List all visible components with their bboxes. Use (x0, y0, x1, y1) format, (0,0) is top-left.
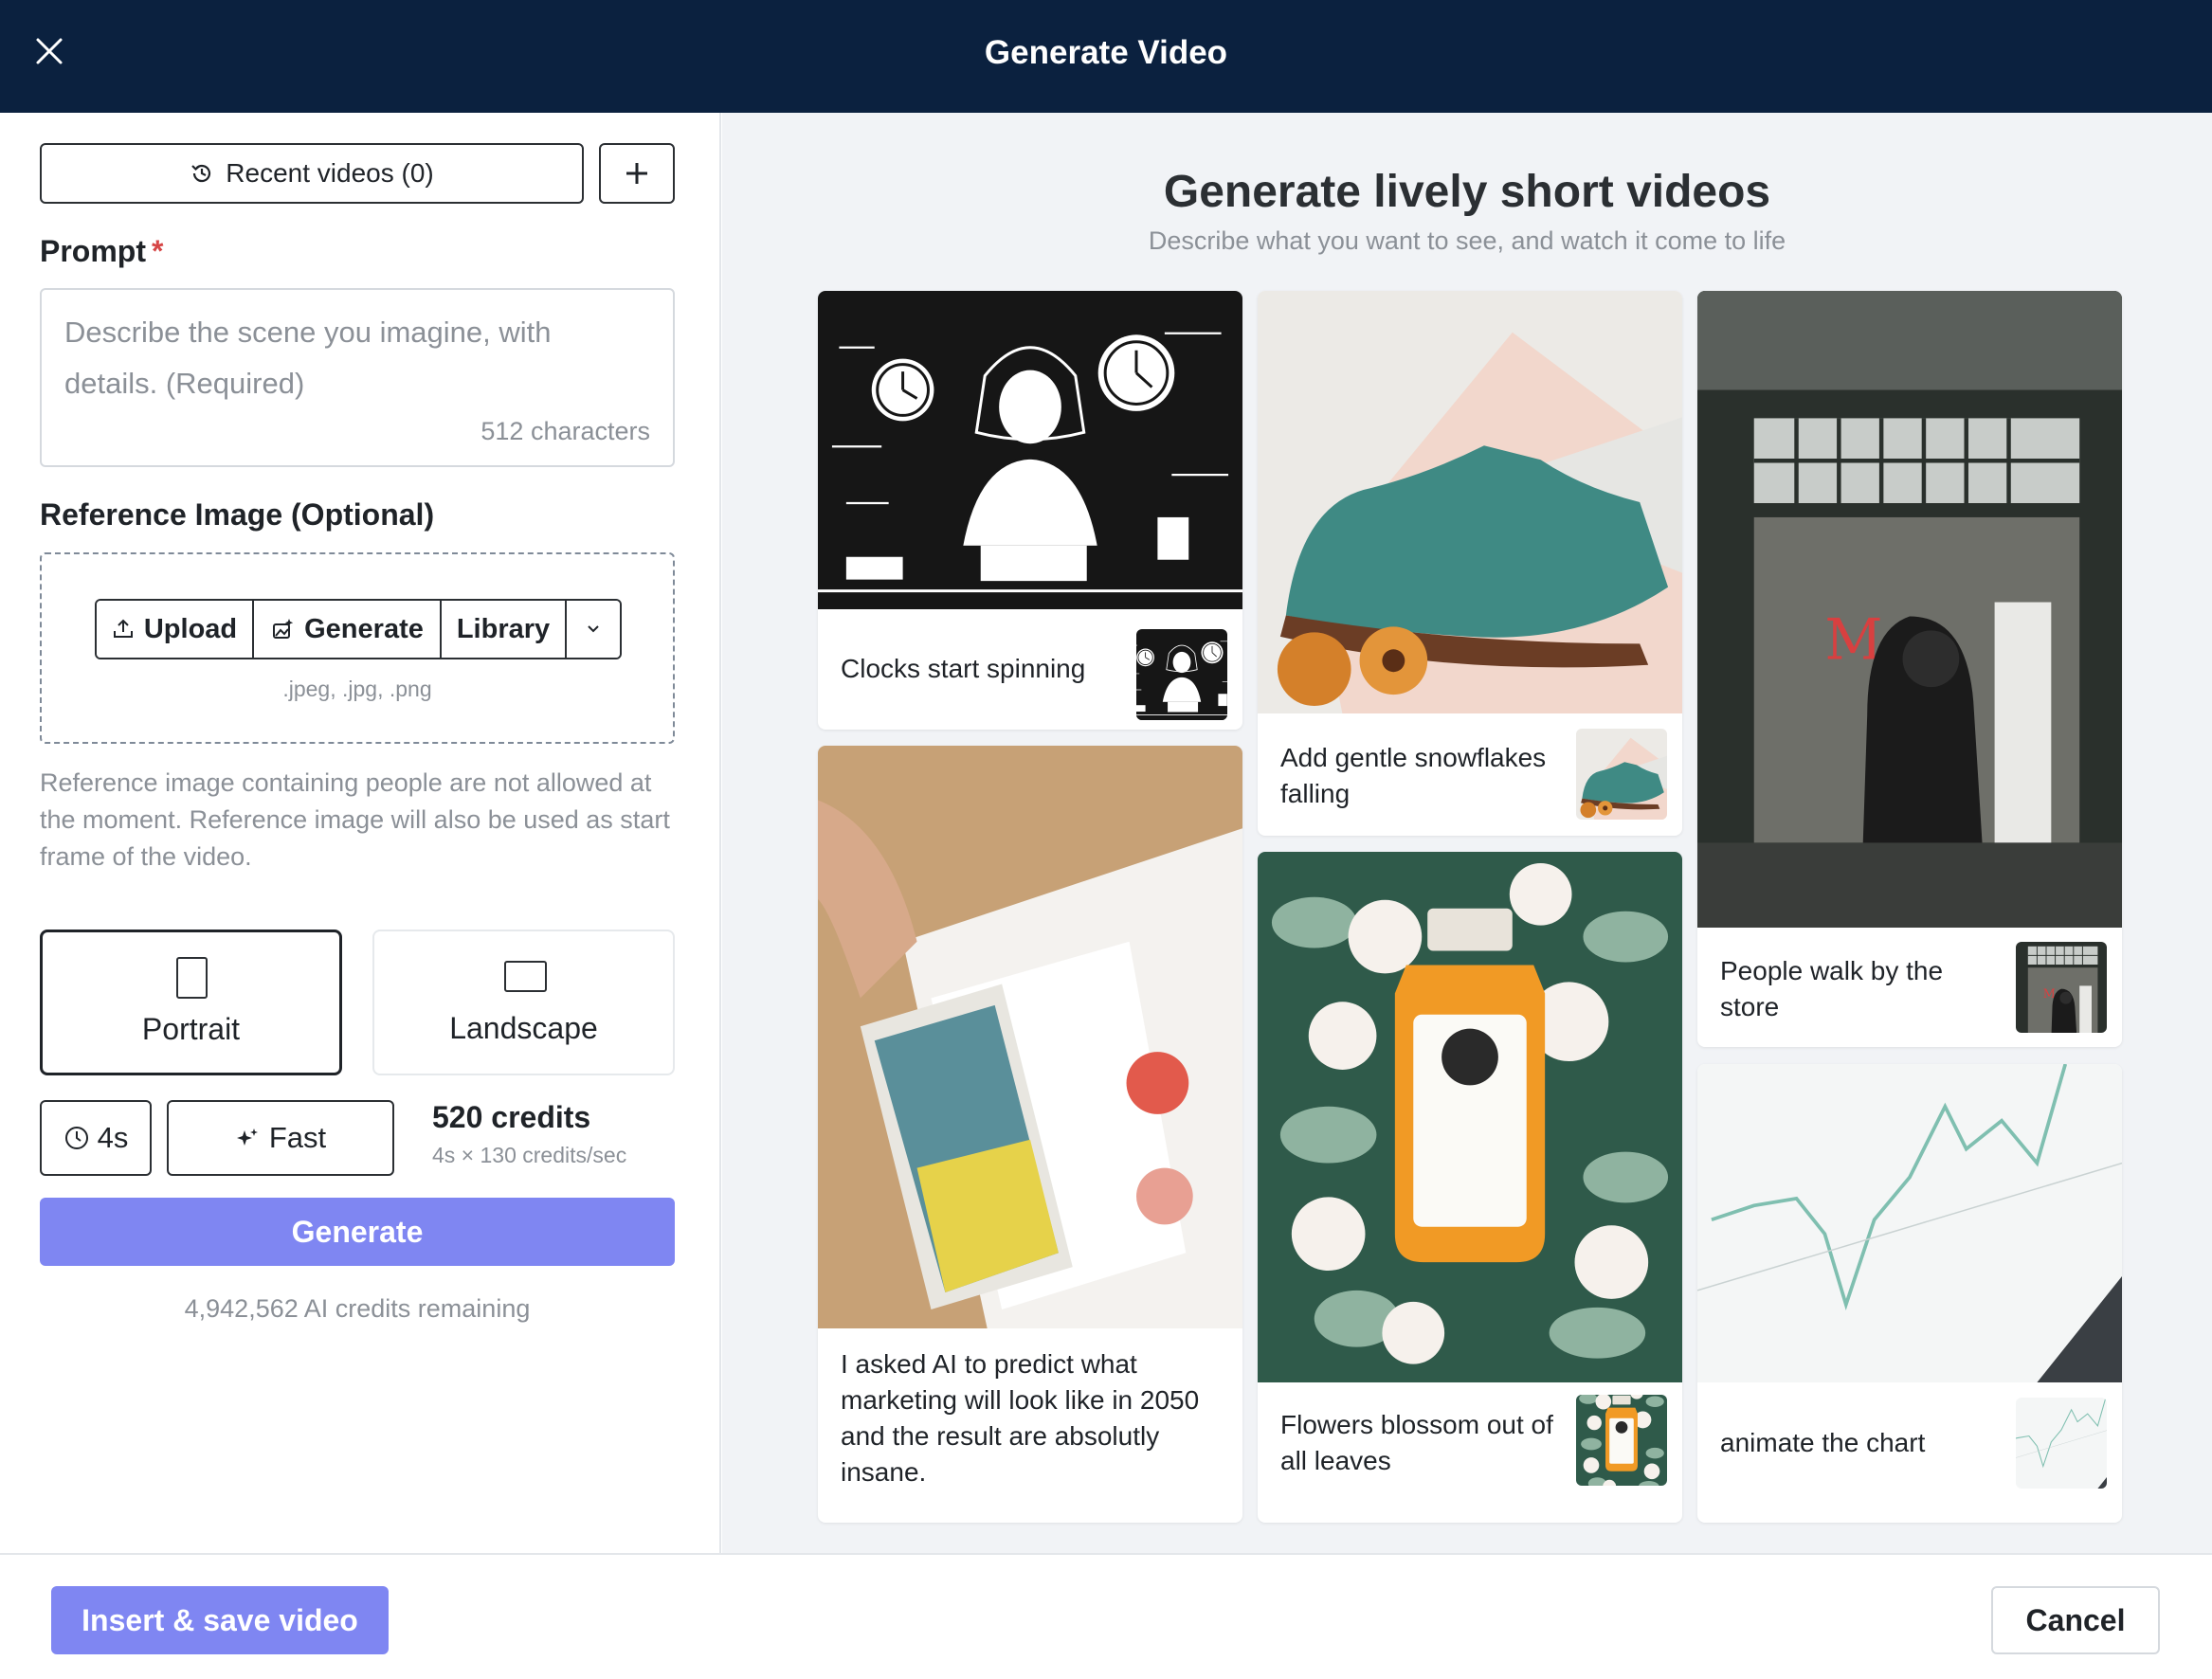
example-thumbnail-store (2016, 942, 2107, 1033)
duration-label: 4s (97, 1121, 129, 1154)
portrait-label: Portrait (141, 1012, 241, 1046)
example-card-clocks[interactable]: Clocks start spinning (818, 291, 1242, 730)
dialog-footer: Insert & save video Cancel (0, 1553, 2212, 1679)
generate-image-label: Generate (304, 613, 424, 644)
history-icon (191, 164, 211, 183)
credits-remaining: 4,942,562 AI credits remaining (184, 1294, 531, 1323)
prompt-label: Prompt * (40, 234, 163, 269)
landscape-icon (504, 961, 547, 992)
example-image-clocks (818, 291, 1242, 609)
reference-image-label: Reference Image (Optional) (40, 497, 435, 532)
more-sources-dropdown[interactable] (567, 601, 620, 658)
insert-save-video-button[interactable]: Insert & save video (51, 1586, 389, 1654)
example-thumbnail-flowers (1576, 1395, 1667, 1486)
credits-summary: 520 credits 4s × 130 credits/sec (432, 1100, 626, 1168)
generate-image-button[interactable]: Generate (254, 601, 442, 658)
example-caption: Add gentle snowflakes falling (1280, 743, 1547, 808)
reference-image-dropzone[interactable]: Upload Generate Library .jpeg, .jpg, .pn… (40, 552, 675, 744)
example-thumbnail-shoe (1576, 729, 1667, 820)
library-button[interactable]: Library (442, 601, 567, 658)
sparkle-icon (236, 1128, 258, 1146)
credits-total: 520 credits (432, 1100, 591, 1134)
landscape-label: Landscape (449, 1011, 598, 1045)
generate-button[interactable]: Generate (40, 1198, 675, 1266)
example-caption: animate the chart (1720, 1428, 1926, 1457)
landscape-option[interactable]: Landscape (372, 930, 675, 1075)
reference-image-actions: Upload Generate Library (95, 599, 622, 659)
required-mark: * (152, 234, 164, 268)
example-card-store[interactable]: People walk by the store (1697, 291, 2122, 1047)
example-image-shoe (1258, 291, 1682, 713)
prompt-placeholder: Describe the scene you imagine, with det… (64, 316, 552, 400)
example-thumbnail-chart (2016, 1398, 2107, 1489)
clock-icon (64, 1127, 88, 1149)
speed-label: Fast (268, 1121, 327, 1154)
example-card-flowers[interactable]: Flowers blossom out of all leaves (1258, 852, 1682, 1523)
reference-image-note: Reference image containing people are no… (40, 768, 670, 871)
upload-button[interactable]: Upload (97, 601, 254, 658)
dialog-title: Generate Video (984, 34, 1228, 71)
example-thumbnail-clocks (1136, 629, 1227, 720)
dialog-header: Generate Video (0, 0, 2212, 113)
speed-select[interactable]: Fast (167, 1100, 394, 1176)
examples-panel: Generate lively short videos Describe wh… (722, 113, 2212, 1553)
recent-videos-button[interactable]: Recent videos (0) (40, 143, 584, 204)
example-card-marketing[interactable]: I asked AI to predict what marketing wil… (818, 746, 1242, 1523)
portrait-option[interactable]: Portrait (40, 930, 342, 1075)
prompt-character-count: 512 characters (480, 417, 650, 445)
settings-panel: Recent videos (0) Prompt * Describe the s… (0, 113, 721, 1553)
credits-detail: 4s × 130 credits/sec (432, 1143, 627, 1167)
upload-icon (113, 619, 133, 638)
portrait-icon (176, 957, 208, 999)
prompt-input[interactable]: Describe the scene you imagine, with det… (40, 288, 675, 467)
chevron-down-icon (588, 625, 599, 633)
example-image-chart (1697, 1064, 2122, 1382)
plus-icon (626, 163, 647, 184)
example-caption: I asked AI to predict what marketing wil… (841, 1349, 1200, 1487)
example-caption: Flowers blossom out of all leaves (1280, 1410, 1553, 1475)
example-caption: People walk by the store (1720, 956, 1944, 1021)
image-sparkle-icon (273, 619, 294, 639)
cancel-button[interactable]: Cancel (1991, 1586, 2160, 1654)
accepted-formats: .jpeg, .jpg, .png (282, 677, 432, 701)
library-label: Library (456, 613, 551, 644)
example-card-shoe[interactable]: Add gentle snowflakes falling (1258, 291, 1682, 836)
upload-label: Upload (143, 613, 238, 644)
example-caption: Clocks start spinning (841, 654, 1086, 683)
new-video-button[interactable] (599, 143, 675, 204)
duration-select[interactable]: 4s (40, 1100, 152, 1176)
examples-subtitle: Describe what you want to see, and watch… (1148, 226, 1786, 255)
example-image-marketing (818, 746, 1242, 1328)
example-card-chart[interactable]: animate the chart (1697, 1064, 2122, 1523)
prompt-label-text: Prompt (40, 234, 146, 268)
examples-title: Generate lively short videos (1163, 167, 1771, 217)
example-image-flowers (1258, 852, 1682, 1382)
example-image-store (1697, 291, 2122, 928)
recent-videos-label: Recent videos (0) (226, 158, 434, 188)
